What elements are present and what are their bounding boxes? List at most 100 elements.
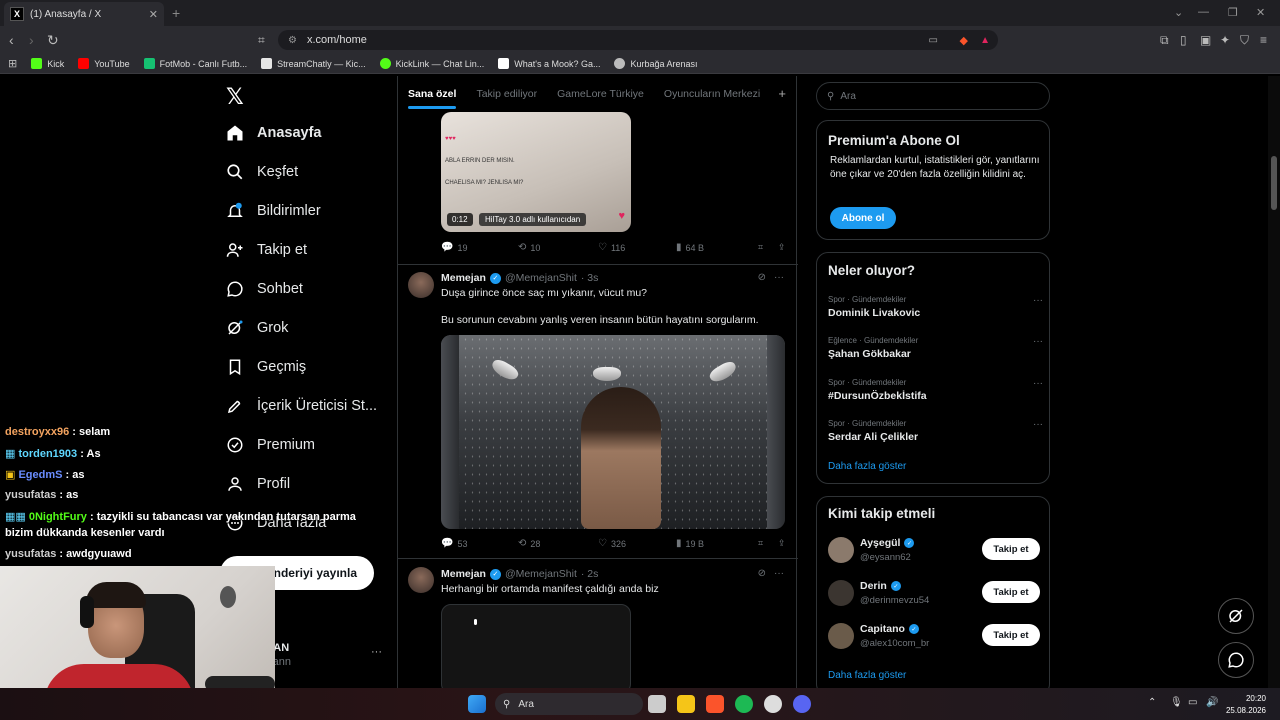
bookmark-kicklink[interactable]: KickLink — Chat Lin... [379,58,484,69]
trend-item[interactable]: Spor · Gündemdekiler Serdar Ali Çelikler… [828,419,1043,443]
nav-chat[interactable]: Sohbet [226,280,303,298]
show-more-follow-link[interactable]: Daha fazla göster [828,670,906,681]
taskbar-clock[interactable]: 20:20 25.08.2026 [1226,693,1266,717]
like-button[interactable]: ♡ 326 [598,538,676,549]
chevron-up-icon[interactable]: ⌃ [1148,697,1156,708]
bookmark-post-icon[interactable]: ⌗ [758,242,778,253]
nav-profile[interactable]: Profil [226,475,290,493]
follow-button[interactable]: Takip et [982,624,1040,646]
network-icon[interactable]: ▭ [1188,697,1197,708]
trend-item[interactable]: Eğlence · Gündemdekiler Şahan Gökbakar ·… [828,336,1043,360]
bookmark-streamchatly[interactable]: StreamChatly — Kic... [261,58,366,69]
repost-button[interactable]: ⟲ 28 [518,538,598,549]
more-dots-icon[interactable]: ··· [371,646,382,658]
nav-notifications[interactable]: Bildirimler [226,202,321,220]
views-button[interactable]: ▮ 64 B [676,242,758,253]
menu-icon[interactable]: ≡ [1260,33,1267,47]
obs-icon[interactable] [764,695,782,713]
like-button[interactable]: ♡ 116 [598,242,676,253]
nav-bookmarks[interactable]: Geçmiş [226,358,306,376]
video-thumbnail[interactable]: ♥♥♥ ABLA ERRIN DER MISIN. CHAELISA MI? J… [441,112,631,232]
minimize-icon[interactable]: — [1198,6,1209,18]
reply-button[interactable]: 💬 53 [441,538,518,549]
x-logo-icon[interactable]: 𝕏 [226,84,244,110]
tab-oyuncularin-merkezi[interactable]: Oyuncuların Merkezi [664,88,760,100]
more-dots-icon[interactable]: ··· [1033,419,1043,430]
task-view-icon[interactable] [648,695,666,713]
post-video[interactable] [441,604,631,688]
grok-fab-icon[interactable] [1218,598,1254,634]
author-handle[interactable]: @MemejanShit [505,272,577,284]
taskbar-search[interactable]: ⚲ Ara [495,693,643,715]
page-scrollbar[interactable] [1268,76,1280,688]
post-image[interactable] [441,335,785,529]
bookmark-kurbaga[interactable]: Kurbağa Arenası [614,58,698,69]
more-dots-icon[interactable]: ··· [1033,295,1043,306]
cast-icon[interactable]: ▭ [929,35,938,46]
browser-tab[interactable]: X (1) Anasayfa / X ✕ [4,2,164,26]
bookmark-fotmob[interactable]: FotMob - Canlı Futb... [143,58,247,69]
brave-shield-icon[interactable]: ◆ [960,34,968,47]
wallet-icon[interactable]: ▣ [1200,33,1211,47]
avatar[interactable] [408,272,434,298]
more-dots-icon[interactable]: ··· [774,568,784,579]
views-button[interactable]: ▮ 19 B [676,538,758,549]
apps-grid-icon[interactable]: ⊞ [8,57,17,70]
tab-for-you[interactable]: Sana özel [408,88,457,109]
trend-item[interactable]: Spor · Gündemdekiler #DursunÖzbekİstifa … [828,378,1043,402]
nav-home[interactable]: Anasayfa [226,124,321,142]
site-settings-icon[interactable]: ⚙ [288,35,297,46]
author-name[interactable]: Memejan [441,568,486,580]
restore-icon[interactable]: ❐ [1228,6,1238,19]
url-input[interactable]: ⚙ x.com/home ▭ ◆ ▲ [278,30,998,50]
extensions-icon[interactable]: ⧉ [1160,33,1169,48]
nav-premium[interactable]: Premium [226,436,315,454]
nav-creator-studio[interactable]: İçerik Üreticisi St... [226,397,377,415]
nav-follow[interactable]: Takip et [226,241,307,259]
forward-icon[interactable]: › [29,32,34,48]
brave-browser-icon[interactable] [706,695,724,713]
bookmark-youtube[interactable]: YouTube [78,58,130,69]
more-dots-icon[interactable]: ··· [774,272,784,283]
grok-explain-icon[interactable]: ⊘ [758,272,766,283]
messages-fab-icon[interactable] [1218,642,1254,678]
share-icon[interactable]: ⇪ [778,538,786,549]
author-name[interactable]: Memejan [441,272,486,284]
avatar[interactable] [408,567,434,593]
volume-icon[interactable]: 🔊 [1206,697,1218,708]
trend-item[interactable]: Spor · Gündemdekiler Dominik Livakovic ·… [828,295,1043,319]
follow-suggestion[interactable]: Derin ✓ @derinmevzu54 Takip et [828,578,1040,612]
sidebar-icon[interactable]: ▯ [1180,33,1187,47]
more-dots-icon[interactable]: ··· [1033,378,1043,389]
reply-button[interactable]: 💬 19 [441,242,518,253]
subscribe-button[interactable]: Abone ol [830,207,896,229]
follow-button[interactable]: Takip et [982,538,1040,560]
nav-grok[interactable]: Grok [226,319,288,337]
close-tab-icon[interactable]: ✕ [149,8,158,21]
grok-explain-icon[interactable]: ⊘ [758,568,766,579]
bookmark-mook[interactable]: What's a Mook? Ga... [498,58,600,69]
tab-following[interactable]: Takip ediliyor [476,88,537,100]
leo-ai-icon[interactable]: ✦ [1220,33,1230,47]
tab-gamelore[interactable]: GameLore Türkiye [557,88,644,100]
rewards-icon[interactable]: ▲ [980,35,990,46]
search-input[interactable]: ⚲ Ara [816,82,1050,110]
discord-icon[interactable] [793,695,811,713]
reload-icon[interactable]: ↻ [47,32,59,49]
bookmark-kick[interactable]: Kick [31,58,64,69]
scrollbar-thumb[interactable] [1271,156,1277,210]
windows-start-icon[interactable] [468,695,486,713]
share-icon[interactable]: ⇪ [778,242,786,253]
bookmark-post-icon[interactable]: ⌗ [758,538,778,549]
close-window-icon[interactable]: ✕ [1256,6,1265,19]
nav-explore[interactable]: Keşfet [226,163,298,181]
show-more-trends-link[interactable]: Daha fazla göster [828,461,906,472]
back-icon[interactable]: ‹ [9,32,14,48]
author-handle[interactable]: @MemejanShit [505,568,577,580]
add-tab-icon[interactable]: + [778,86,786,101]
repost-button[interactable]: ⟲ 10 [518,242,598,253]
more-dots-icon[interactable]: ··· [1033,336,1043,347]
follow-button[interactable]: Takip et [982,581,1040,603]
mic-icon[interactable]: 🎙 [1170,697,1183,708]
vpn-icon[interactable]: ⛉ [1240,33,1249,48]
